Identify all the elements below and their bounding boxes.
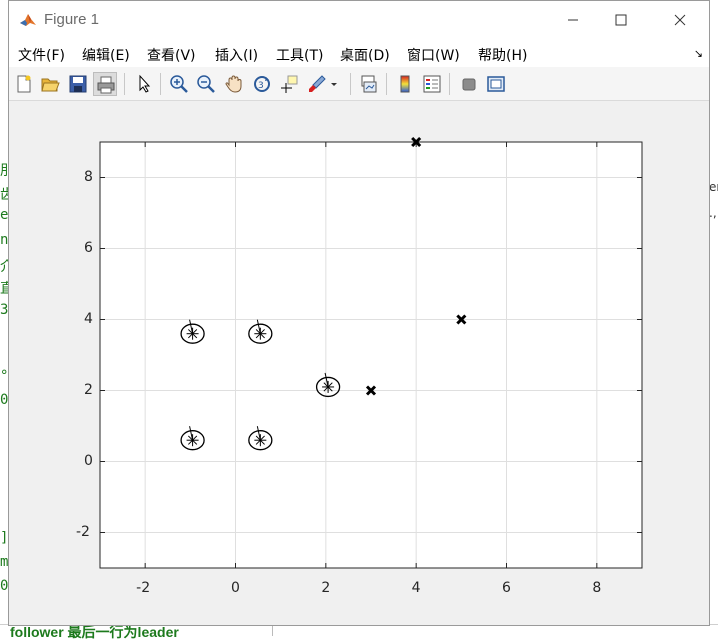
open-file-icon[interactable]	[38, 72, 62, 96]
x-tick-label: 4	[411, 580, 421, 596]
menu-edit[interactable]: 编辑(E)	[82, 45, 130, 65]
print-icon[interactable]	[93, 72, 117, 96]
figure-toolbar: 3	[9, 67, 709, 101]
window-title: Figure 1	[44, 11, 100, 28]
menu-help[interactable]: 帮助(H)	[478, 45, 527, 65]
brush-icon[interactable]	[305, 72, 329, 96]
menu-desktop[interactable]: 桌面(D)	[340, 45, 390, 65]
x-tick-label: 2	[321, 580, 331, 596]
minimize-button[interactable]	[550, 1, 596, 39]
pan-icon[interactable]	[222, 72, 246, 96]
pointer-icon[interactable]	[132, 72, 156, 96]
maximize-button[interactable]	[598, 1, 644, 39]
data-cursor-icon[interactable]	[277, 72, 301, 96]
x-tick-label: 0	[231, 580, 240, 596]
link-plot-icon[interactable]	[357, 72, 381, 96]
rotate-3d-icon[interactable]: 3	[250, 72, 274, 96]
menu-tools[interactable]: 工具(T)	[276, 45, 323, 65]
axes-background	[100, 142, 642, 568]
background-divider	[272, 625, 273, 636]
x-tick-label: 6	[502, 580, 511, 596]
colorbar-icon[interactable]	[393, 72, 417, 96]
figure-canvas[interactable]: -2 0 2 4 6 8 -2 0 2 4 6 8	[9, 101, 709, 625]
menu-overflow-icon[interactable]: ↘	[694, 47, 703, 60]
zoom-out-icon[interactable]	[194, 72, 218, 96]
y-tick-label: 4	[84, 310, 93, 327]
title-bar[interactable]: Figure 1	[9, 1, 709, 39]
toolbar-separator	[124, 73, 125, 95]
y-tick-label: 8	[84, 168, 93, 185]
background-code-fragment: .,	[709, 206, 717, 220]
menu-insert[interactable]: 插入(I)	[215, 45, 258, 65]
toolbar-separator	[449, 73, 450, 95]
toolbar-separator	[350, 73, 351, 95]
y-tick-label: 0	[84, 452, 93, 469]
x-tick-label: 8	[592, 580, 602, 596]
legend-icon[interactable]	[420, 72, 444, 96]
menu-view[interactable]: 查看(V)	[147, 45, 196, 65]
y-tick-label: 2	[84, 381, 93, 398]
toolbar-separator	[160, 73, 161, 95]
close-button[interactable]	[657, 1, 703, 39]
matlab-icon	[19, 11, 37, 29]
show-plot-tools-icon[interactable]	[484, 72, 508, 96]
toolbar-separator	[386, 73, 387, 95]
menu-bar: 文件(F) 编辑(E) 查看(V) 插入(I) 工具(T) 桌面(D) 窗口(W…	[9, 39, 709, 67]
y-tick-label: 6	[84, 239, 93, 256]
figure-window: Figure 1 文件(F) 编辑(E) 查看(V) 插入(I) 工具(T) 桌…	[8, 0, 710, 626]
brush-dropdown-icon[interactable]	[327, 72, 341, 96]
background-code-fragment: er	[709, 180, 718, 194]
hide-plot-tools-icon[interactable]	[457, 72, 481, 96]
menu-window[interactable]: 窗口(W)	[407, 45, 460, 65]
menu-file[interactable]: 文件(F)	[18, 45, 65, 65]
x-tick-label: -2	[136, 580, 151, 596]
new-figure-icon[interactable]	[12, 72, 36, 96]
zoom-in-icon[interactable]	[167, 72, 191, 96]
plot-canvas[interactable]	[9, 101, 709, 625]
save-icon[interactable]	[66, 72, 90, 96]
y-tick-label: -2	[76, 523, 90, 540]
svg-text:3: 3	[258, 81, 264, 91]
